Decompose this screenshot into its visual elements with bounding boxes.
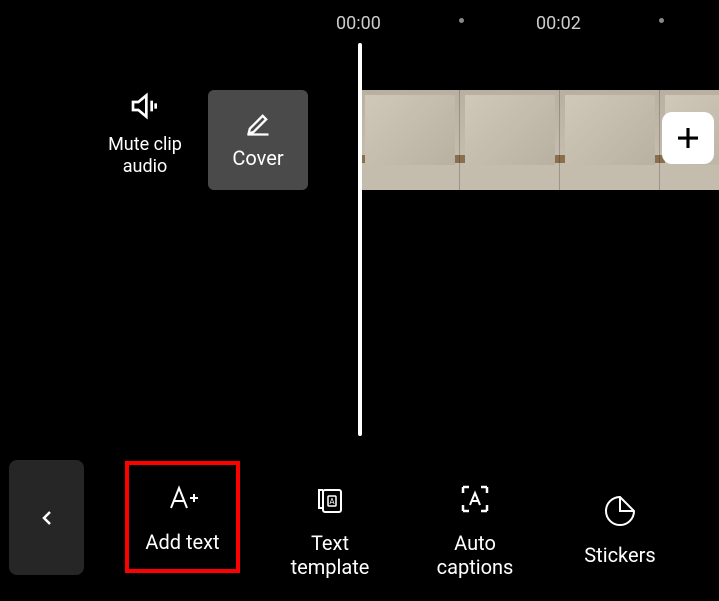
cover-button[interactable]: Cover xyxy=(208,90,308,190)
back-button[interactable] xyxy=(9,460,84,575)
text-template-icon: A xyxy=(312,481,348,517)
auto-captions-icon xyxy=(457,481,493,517)
stickers-label: Stickers xyxy=(584,543,655,567)
chevron-left-icon xyxy=(35,506,59,530)
timeline-ruler[interactable]: 00:00 00:02 xyxy=(0,8,719,38)
add-clip-button[interactable] xyxy=(662,112,714,164)
cover-label: Cover xyxy=(232,146,283,170)
add-text-label: Add text xyxy=(145,530,219,554)
svg-text:A: A xyxy=(329,497,335,506)
text-template-label: Text template xyxy=(291,531,370,579)
sticker-icon xyxy=(602,493,638,529)
auto-captions-label: Auto captions xyxy=(437,531,514,579)
auto-captions-button[interactable]: Auto captions xyxy=(420,481,530,579)
letter-a-plus-icon xyxy=(165,480,201,516)
add-text-button[interactable]: Add text xyxy=(125,461,240,573)
ruler-time-1: 00:00 xyxy=(336,13,381,34)
plus-icon xyxy=(673,123,703,153)
ruler-time-2: 00:02 xyxy=(536,13,581,34)
ruler-dot-1 xyxy=(459,18,464,23)
video-frame[interactable] xyxy=(560,90,660,190)
stickers-button[interactable]: Stickers xyxy=(565,493,675,567)
pencil-icon xyxy=(244,110,272,138)
text-template-button[interactable]: A Text template xyxy=(275,481,385,579)
playhead[interactable] xyxy=(358,43,362,436)
mute-label: Mute clip audio xyxy=(108,134,182,177)
speaker-icon xyxy=(129,90,161,122)
video-frame[interactable] xyxy=(360,90,460,190)
ruler-dot-2 xyxy=(659,18,664,23)
video-frame[interactable] xyxy=(460,90,560,190)
bottom-toolbar: Add text A Text template Auto captions S… xyxy=(0,456,719,601)
mute-clip-audio-button[interactable]: Mute clip audio xyxy=(95,90,195,177)
